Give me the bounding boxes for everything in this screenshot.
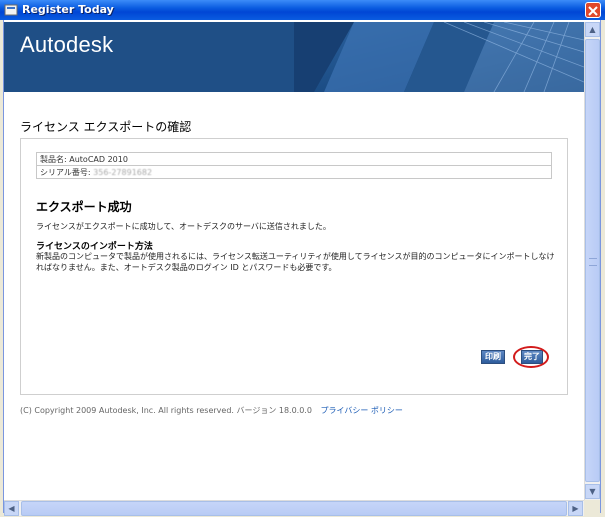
page-title: ライセンス エクスポートの確認 [20, 120, 192, 134]
scroll-up-button[interactable]: ▲ [585, 22, 600, 37]
print-button[interactable]: 印刷 [481, 350, 505, 364]
close-button[interactable] [585, 2, 601, 18]
scroll-right-button[interactable]: ▶ [568, 501, 583, 516]
scroll-down-button[interactable]: ▼ [585, 484, 600, 499]
copyright-text: (C) Copyright 2009 Autodesk, Inc. All ri… [20, 406, 312, 415]
import-instructions: 新製品のコンピュータで製品が使用されるには、ライセンス転送ユーティリティが使用し… [36, 252, 555, 272]
horizontal-scrollbar[interactable]: ◀ ▶ [4, 500, 584, 516]
table-row: 製品名: AutoCAD 2010 [36, 152, 552, 166]
close-icon [588, 6, 598, 16]
product-cell: 製品名: AutoCAD 2010 [36, 152, 552, 166]
scroll-corner [584, 500, 600, 516]
highlight-circle [513, 346, 549, 368]
license-info-table: 製品名: AutoCAD 2010 シリアル番号: 356-27891682 [36, 152, 552, 179]
privacy-policy-link[interactable]: プライバシー ポリシー [321, 406, 403, 415]
vertical-scrollbar[interactable]: ▲ ▼ [584, 22, 600, 500]
scroll-left-button[interactable]: ◀ [4, 501, 19, 516]
table-row: シリアル番号: 356-27891682 [36, 165, 552, 179]
header-banner: Autodesk [4, 22, 584, 92]
window-title: Register Today [22, 3, 114, 16]
window-titlebar: Register Today [0, 0, 605, 20]
footer: (C) Copyright 2009 Autodesk, Inc. All ri… [20, 405, 403, 416]
serial-value: 356-27891682 [93, 167, 153, 177]
product-label: 製品名: [40, 154, 67, 164]
building-graphic [294, 22, 584, 92]
serial-label: シリアル番号: [40, 167, 91, 177]
serial-cell: シリアル番号: 356-27891682 [36, 165, 552, 179]
horizontal-scroll-thumb[interactable] [21, 501, 567, 516]
autodesk-logo: Autodesk [20, 32, 114, 57]
success-title: エクスポート成功 [36, 200, 132, 214]
success-message: ライセンスがエクスポートに成功して、オートデスクのサーバに送信されました。 [36, 222, 331, 231]
product-value: AutoCAD 2010 [69, 154, 128, 164]
app-icon [4, 4, 18, 16]
vertical-scroll-thumb[interactable] [585, 39, 600, 482]
